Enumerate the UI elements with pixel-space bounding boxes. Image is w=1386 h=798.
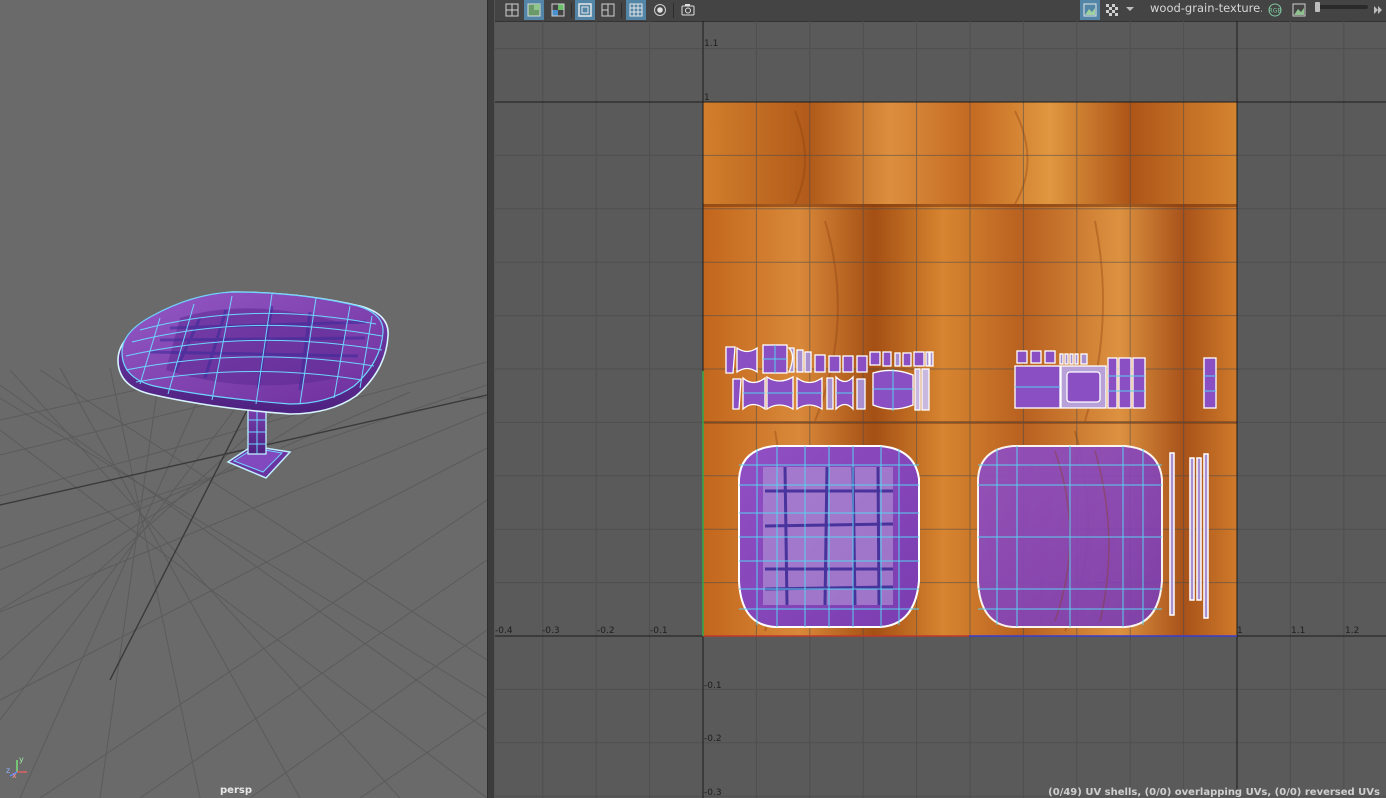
distortion-icon[interactable] xyxy=(548,0,568,20)
isolate-icon[interactable] xyxy=(650,0,670,20)
uv-grid-icon[interactable] xyxy=(502,0,522,20)
floor-grid xyxy=(0,361,487,798)
floor-grid-axis xyxy=(0,374,487,681)
uv-shell-tabletop-top[interactable] xyxy=(977,445,1163,628)
image-ratio-icon[interactable] xyxy=(1289,0,1309,20)
frame-border-icon[interactable] xyxy=(575,0,595,20)
axis-gizmo: y z x xyxy=(6,755,27,780)
checker-icon[interactable] xyxy=(1102,0,1122,20)
uv-toolbar: wood-grain-texture.jpg RGB xyxy=(495,0,1386,22)
image-display-icon[interactable] xyxy=(1080,0,1100,20)
u-label: 1 xyxy=(1237,626,1243,636)
tile-grid-icon[interactable] xyxy=(598,0,618,20)
u-label: -0.4 xyxy=(495,626,513,636)
uv-status-bar: (0/49) UV shells, (0/0) overlapping UVs,… xyxy=(1048,787,1380,798)
v-label: 1.1 xyxy=(704,39,718,49)
v-label: -0.3 xyxy=(704,788,722,798)
dropdown-arrow-icon[interactable] xyxy=(1124,0,1136,20)
perspective-viewport[interactable]: y z x persp xyxy=(0,0,487,798)
u-label: 1.1 xyxy=(1291,626,1305,636)
toolbar-overflow-icon[interactable] xyxy=(1371,0,1385,20)
uv-shell-tabletop-underside[interactable] xyxy=(738,445,920,628)
pixel-grid-icon[interactable] xyxy=(626,0,646,20)
v-label: -0.2 xyxy=(704,734,722,744)
u-label: 1.2 xyxy=(1345,626,1359,636)
table-top[interactable] xyxy=(117,291,389,415)
exposure-slider-knob[interactable] xyxy=(1315,2,1320,12)
axis-y-label: y xyxy=(19,755,24,764)
u-label: -0.3 xyxy=(542,626,560,636)
shaded-uv-icon[interactable] xyxy=(524,0,544,20)
texture-name-field[interactable]: wood-grain-texture.jpg xyxy=(1150,0,1262,20)
snapshot-icon[interactable] xyxy=(678,0,698,20)
exposure-slider[interactable] xyxy=(1315,2,1368,12)
persp-scene[interactable]: y z x xyxy=(0,0,487,798)
panel-divider[interactable] xyxy=(487,0,495,798)
axis-z-label: z xyxy=(6,766,10,775)
axis-x-label: x xyxy=(12,771,17,780)
rgb-label: RGB xyxy=(1269,8,1282,15)
u-label: -0.2 xyxy=(597,626,615,636)
uv-editor-panel: wood-grain-texture.jpg RGB xyxy=(495,0,1386,798)
rgb-channels-icon[interactable]: RGB xyxy=(1265,0,1285,20)
v-label: 1 xyxy=(704,93,710,103)
u-label: -0.1 xyxy=(650,626,668,636)
uv-canvas[interactable]: -0.4 -0.3 -0.2 -0.1 1 1.1 1.2 1.1 1 -0.1… xyxy=(495,21,1386,798)
v-label: -0.1 xyxy=(704,681,722,691)
camera-label: persp xyxy=(220,785,252,796)
